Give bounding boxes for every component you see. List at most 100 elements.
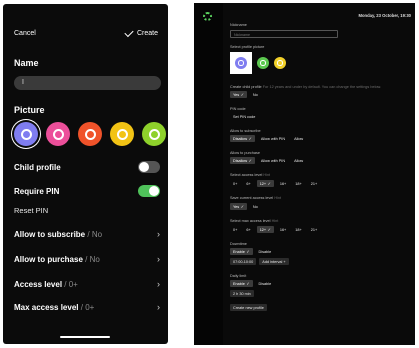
interval-chip[interactable]: 07:00-10:00 xyxy=(230,258,257,265)
row-value: / 0+ xyxy=(80,302,95,312)
avatar-option[interactable] xyxy=(142,122,166,146)
access-12-button[interactable]: 12+ ✓ xyxy=(256,180,274,187)
access-16-button[interactable]: 16+ xyxy=(277,180,289,187)
save-no-button[interactable]: No xyxy=(250,203,261,210)
selected-avatar-frame xyxy=(230,52,252,74)
child-profile-options: Yes ✓ No xyxy=(230,91,261,98)
access-level-options: 0+ 6+ 12+ ✓ 16+ 18+ 21+ xyxy=(230,180,320,187)
pin-label: PIN code xyxy=(230,107,246,111)
name-heading: Name xyxy=(14,58,39,68)
create-button[interactable]: Create xyxy=(124,27,158,38)
avatar-face-icon xyxy=(260,60,266,66)
access-6-button[interactable]: 6+ xyxy=(243,180,253,187)
subscribe-allow-button[interactable]: Allow xyxy=(291,135,306,142)
chevron-right-icon: › xyxy=(157,279,160,289)
settings-row-purchase[interactable]: Allow to purchase / No › xyxy=(14,254,160,264)
create-profile-button[interactable]: Create new profile xyxy=(230,304,267,311)
chevron-right-icon: › xyxy=(157,254,160,264)
max-6-button[interactable]: 6+ xyxy=(243,226,253,233)
avatar-picker xyxy=(14,122,166,146)
purchase-allow-button[interactable]: Allow xyxy=(291,157,306,164)
pin-row: Set PIN code xyxy=(230,113,258,120)
avatar-face-icon xyxy=(148,128,160,140)
max-access-label: Select max access level Hint xyxy=(230,219,279,223)
settings-row-subscribe[interactable]: Allow to subscribe / No › xyxy=(14,229,160,239)
child-profile-toggle[interactable] xyxy=(138,161,160,173)
avatar-option[interactable] xyxy=(110,122,134,146)
logo-icon xyxy=(203,12,212,21)
subscribe-allow-pin-button[interactable]: Allow with PIN xyxy=(258,135,288,142)
row-value: / No xyxy=(87,229,103,239)
daily-enable-button[interactable]: Enable ✓ xyxy=(230,280,253,287)
child-profile-label: Create child profile For 12 years and un… xyxy=(230,85,382,89)
mobile-top-bar: Cancel Create xyxy=(14,27,158,38)
purchase-allow-pin-button[interactable]: Allow with PIN xyxy=(258,157,288,164)
max-12-button[interactable]: 12+ ✓ xyxy=(256,226,274,233)
name-input[interactable]: I xyxy=(14,76,161,90)
downtime-label: Downtime xyxy=(230,242,247,246)
max-16-button[interactable]: 16+ xyxy=(277,226,289,233)
avatar-picker xyxy=(230,52,286,74)
cancel-button[interactable]: Cancel xyxy=(14,30,36,37)
avatar-face-icon xyxy=(84,128,96,140)
save-yes-button[interactable]: Yes ✓ xyxy=(230,203,247,210)
avatar-face-icon xyxy=(20,128,32,140)
settings-row-access-level[interactable]: Access level / 0+ › xyxy=(14,279,160,289)
max-21-button[interactable]: 21+ xyxy=(308,226,320,233)
child-profile-label: Child profile xyxy=(14,162,61,172)
downtime-options: Enable ✓ Disable xyxy=(230,248,274,255)
avatar-option[interactable] xyxy=(14,122,38,146)
create-row: Create new profile xyxy=(230,304,267,311)
max-0-button[interactable]: 0+ xyxy=(230,226,240,233)
add-interval-button[interactable]: Add interval + xyxy=(259,258,289,265)
row-label: Allow to subscribe xyxy=(14,229,86,239)
downtime-intervals: 07:00-10:00 Add interval + xyxy=(230,258,289,265)
toggle-knob xyxy=(149,186,159,196)
avatar-face-icon xyxy=(116,128,128,140)
purchase-disallow-button[interactable]: Disallow ✓ xyxy=(230,157,255,164)
row-label: Allow to purchase xyxy=(14,254,83,264)
avatar-option[interactable] xyxy=(46,122,70,146)
save-level-options: Yes ✓ No xyxy=(230,203,261,210)
reset-pin-link[interactable]: Reset PIN xyxy=(14,206,48,215)
access-0-button[interactable]: 0+ xyxy=(230,180,240,187)
avatar-option[interactable] xyxy=(274,57,286,69)
daily-limit-value-row: 2 h 30 min xyxy=(230,290,254,297)
daily-limit-options: Enable ✓ Disable xyxy=(230,280,274,287)
require-pin-toggle[interactable] xyxy=(138,185,160,197)
row-label: Max access level xyxy=(14,302,79,312)
avatar-option[interactable] xyxy=(78,122,102,146)
child-profile-row: Child profile xyxy=(14,161,160,173)
chevron-right-icon: › xyxy=(157,302,160,312)
daily-limit-value[interactable]: 2 h 30 min xyxy=(230,290,254,297)
require-pin-label: Require PIN xyxy=(14,186,60,196)
child-no-button[interactable]: No xyxy=(250,91,261,98)
mobile-screen: Cancel Create Name I Picture Child profi… xyxy=(3,4,168,344)
avatar-option[interactable] xyxy=(257,57,269,69)
downtime-enable-button[interactable]: Enable ✓ xyxy=(230,248,253,255)
toggle-knob xyxy=(139,162,149,172)
set-pin-button[interactable]: Set PIN code xyxy=(230,113,258,120)
daily-disable-button[interactable]: Disable xyxy=(256,280,275,287)
row-label: Access level xyxy=(14,279,63,289)
access-level-label: Select access level Hint xyxy=(230,173,271,177)
subscribe-disallow-button[interactable]: Disallow ✓ xyxy=(230,135,255,142)
settings-row-max-access-level[interactable]: Max access level / 0+ › xyxy=(14,302,160,312)
avatar-face-icon xyxy=(277,60,283,66)
avatar-option[interactable] xyxy=(235,57,247,69)
avatar-face-icon xyxy=(52,128,64,140)
child-yes-button[interactable]: Yes ✓ xyxy=(230,91,247,98)
save-level-label: Save current access level Hint xyxy=(230,196,282,200)
access-18-button[interactable]: 18+ xyxy=(292,180,304,187)
row-value: / No xyxy=(85,254,100,264)
nickname-input[interactable]: Nickname xyxy=(230,30,338,38)
sidebar xyxy=(194,3,223,345)
max-18-button[interactable]: 18+ xyxy=(292,226,304,233)
row-value: / 0+ xyxy=(64,279,78,289)
subscribe-label: Allow to subscribe xyxy=(230,129,261,133)
access-21-button[interactable]: 21+ xyxy=(308,180,320,187)
nickname-label: Nickname xyxy=(230,23,247,27)
require-pin-row: Require PIN xyxy=(14,185,160,197)
subscribe-options: Disallow ✓ Allow with PIN Allow xyxy=(230,135,306,142)
downtime-disable-button[interactable]: Disable xyxy=(256,248,275,255)
